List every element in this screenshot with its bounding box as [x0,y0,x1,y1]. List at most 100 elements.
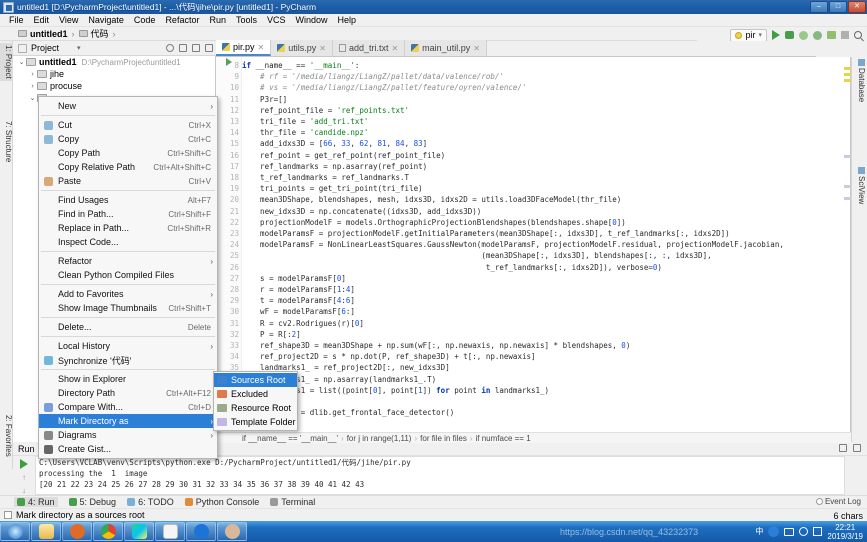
context-menu-item-copy[interactable]: Copy Ctrl+C [39,132,217,146]
grid-icon[interactable] [813,527,823,536]
context-menu-item-replace-in-path[interactable]: Replace in Path... Ctrl+Shift+R [39,221,217,235]
run-configuration-selector[interactable]: pir ▾ [730,28,767,42]
error-stripe-mark[interactable] [844,185,851,188]
menu-item-refactor[interactable]: Refactor [160,14,204,27]
code-area[interactable]: if __name__ == '__main__': # rf = '/medi… [242,57,851,432]
menu-item-tools[interactable]: Tools [231,14,262,27]
stop-button[interactable] [841,31,849,39]
user-icon[interactable] [217,522,247,541]
matlab-icon[interactable] [155,522,185,541]
code-line[interactable]: if __name__ == '__main__': [242,61,359,71]
tree-node[interactable]: ⌄ untitled1 D:\PycharmProject\untitled1 [13,56,215,68]
editor-tab-add-tri-txt[interactable]: add_tri.txt ✕ [332,40,406,56]
context-menu-item-find-in-path[interactable]: Find in Path... Ctrl+Shift+F [39,207,217,221]
minimize-button[interactable]: – [810,1,828,13]
code-line[interactable]: P3r=[] [242,95,287,105]
code-line[interactable]: tri_file = 'add_tri.txt' [242,117,368,127]
search-everywhere-icon[interactable] [854,31,862,39]
code-line[interactable]: P = R[:2] [242,330,301,340]
media-player-icon[interactable] [62,522,92,541]
collapse-all-icon[interactable] [166,44,174,52]
editor-tab-pir-py[interactable]: pir.py ✕ [216,40,272,56]
code-line[interactable]: modelParamsF = projectionModelF.getIniti… [242,229,730,239]
bottom-tab-4--run[interactable]: 4: Run [14,497,58,507]
hide-panel-icon[interactable] [853,444,861,452]
error-stripe-mark[interactable] [844,67,851,70]
editor-breadcrumb-item[interactable]: for j in range(1,11) [347,434,412,443]
close-icon[interactable]: ✕ [319,44,326,53]
tool-tab-sciview[interactable]: SciView [857,167,866,204]
context-menu-item-show-image-thumbnails[interactable]: Show Image Thumbnails Ctrl+Shift+T [39,301,217,315]
submenu-item-template-folder[interactable]: Template Folder [214,415,297,429]
editor-breadcrumb-item[interactable]: if __name__ == '__main__' [242,434,338,443]
close-icon[interactable]: ✕ [258,43,265,52]
code-editor[interactable]: 8 9 10 11 12 13 14 15 16 17 18 19 20 21 22 23 24 25 26 27 28… [216,57,851,432]
close-icon[interactable]: ✕ [391,44,398,53]
code-line[interactable]: wF = modelParamsF[6:] [242,307,355,317]
editor-breadcrumb-item[interactable]: for file in files [420,434,467,443]
down-arrow-icon[interactable]: ↓ [22,486,26,495]
ime-indicator[interactable]: 中 [755,526,763,537]
context-menu[interactable]: New › Cut Ctrl+X Copy Ctrl+C Copy Path Ctrl+Shi… [38,96,218,459]
code-line[interactable]: tri_points = get_tri_point(tri_file) [242,184,423,194]
code-line[interactable]: ref_landmarks = np.asarray(ref_point) [242,162,427,172]
editor-tab-utils-py[interactable]: utils.py ✕ [271,40,333,56]
taskbar-clock[interactable]: 22:21 2019/3/19 [827,523,863,541]
event-log-checkbox[interactable] [816,498,823,505]
context-menu-item-add-to-favorites[interactable]: Add to Favorites › [39,287,217,301]
chevron-right-icon[interactable]: › [28,83,37,90]
chevron-right-icon[interactable]: › [28,71,37,78]
scroll-from-source-icon[interactable] [179,44,187,52]
submenu-item-excluded[interactable]: Excluded [214,387,297,401]
context-menu-item-delete[interactable]: Delete... Delete [39,320,217,334]
chrome-icon[interactable] [93,522,123,541]
code-line[interactable]: ref_point_file = 'ref_points.txt' [242,106,409,116]
file-explorer-icon[interactable] [31,522,61,541]
breadcrumb-project[interactable]: untitled1 [18,29,68,39]
tool-tab-favorites[interactable]: 2: Favorites [0,413,13,459]
code-line[interactable]: mean3DShape, blendshapes, mesh, idxs3D, … [242,195,621,205]
code-line[interactable]: add_idxs3D = [66, 33, 62, 81, 84, 83] [242,139,427,149]
breadcrumb-folder[interactable]: 代码 [78,27,109,40]
event-log-label[interactable]: Event Log [825,497,861,506]
settings-gear-icon[interactable] [839,444,847,452]
debug-button[interactable] [785,31,794,39]
display-icon[interactable] [784,527,795,536]
code-line[interactable]: projectionModelF = models.OrthographicPr… [242,218,626,228]
pycharm-icon[interactable] [124,522,154,541]
code-line[interactable]: t_ref_landmarks[:, idxs2D]), verbose=0) [242,263,662,273]
coverage-button[interactable] [799,30,808,40]
tree-node[interactable]: › jihe [13,68,215,80]
code-line[interactable]: s = modelParamsF[0] [242,274,346,284]
run-gutter-icon[interactable] [226,58,232,66]
chevron-down-icon[interactable]: ⌄ [28,94,37,102]
error-stripe-mark[interactable] [844,197,851,200]
rerun-button[interactable] [20,459,28,469]
context-menu-item-copy-relative-path[interactable]: Copy Relative Path Ctrl+Alt+Shift+C [39,160,217,174]
code-line[interactable]: (mean3DShape[:, idxs3D], blendshapes[:, … [242,251,711,261]
code-line[interactable]: # vs = '/media/liangz/LiangZ/pallet/feat… [242,83,526,93]
code-line[interactable]: t = modelParamsF[4:6] [242,296,355,306]
person-icon[interactable] [799,527,809,536]
context-menu-item-cut[interactable]: Cut Ctrl+X [39,118,217,132]
context-menu-item-local-history[interactable]: Local History › [39,339,217,353]
error-stripe-mark[interactable] [844,73,851,76]
hide-panel-icon[interactable] [205,44,213,52]
code-line[interactable]: t_ref_landmarks = ref_landmarks.T [242,173,409,183]
bottom-tab-5--debug[interactable]: 5: Debug [68,497,116,507]
wps-icon[interactable] [186,522,216,541]
settings-gear-icon[interactable] [192,44,200,52]
tool-tab-project[interactable]: 1: Project [0,43,13,81]
menu-item-window[interactable]: Window [291,14,333,27]
submenu-item-sources-root[interactable]: Sources Root [214,373,297,387]
code-line[interactable]: ref_project2D = s * np.dot(P, ref_shape3… [242,352,535,362]
tool-tab-database[interactable]: Database [857,59,866,102]
chevron-down-icon[interactable]: ⌄ [17,58,26,66]
submenu-item-resource-root[interactable]: Resource Root [214,401,297,415]
tree-node[interactable]: › procuse [13,80,215,92]
context-menu-item-diagrams[interactable]: Diagrams › [39,428,217,442]
mark-directory-as-submenu[interactable]: Sources Root Excluded Resource Root Templat… [213,371,298,431]
context-menu-item-show-in-explorer[interactable]: Show in Explorer [39,372,217,386]
menu-item-code[interactable]: Code [129,14,161,27]
attach-button[interactable] [827,31,836,39]
